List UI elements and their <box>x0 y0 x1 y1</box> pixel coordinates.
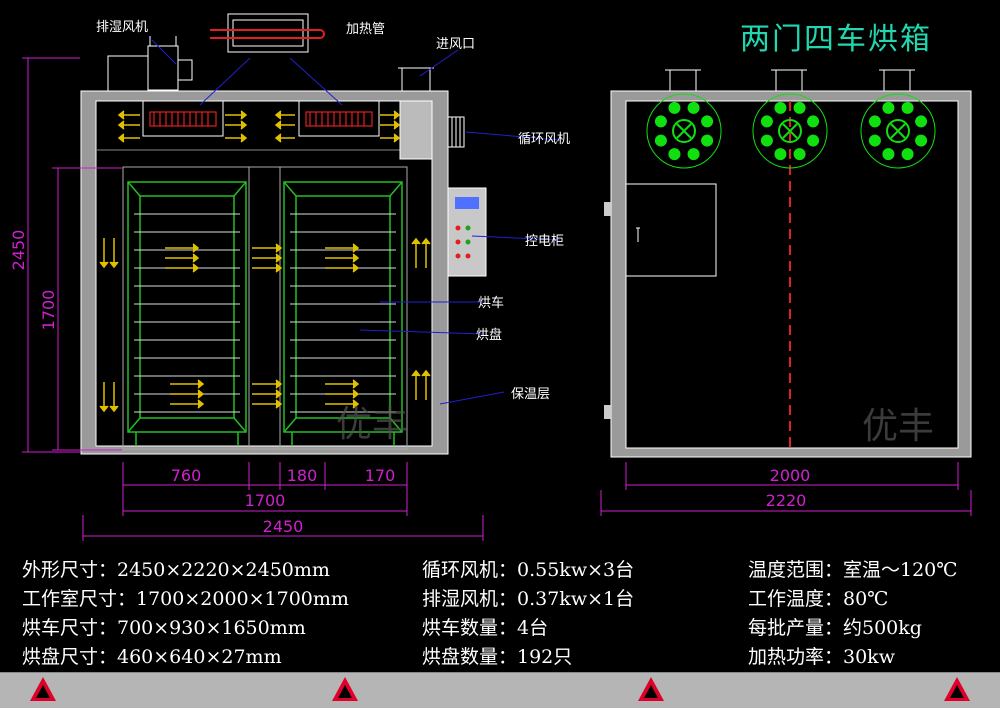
spec-item: 循环风机：0.55kw×3台 <box>422 559 635 581</box>
circulation-fan-housing <box>399 100 433 160</box>
dim-height-total: 2450 <box>9 230 28 271</box>
spec-item: 每批产量：约500kg <box>748 617 922 639</box>
dim-170: 170 <box>365 466 396 485</box>
watermark-side: 优丰 <box>862 406 934 447</box>
warning-triangle-icon[interactable] <box>332 677 358 701</box>
label-control-cabinet: 控电柜 <box>525 234 564 249</box>
dim-height-inner: 1700 <box>39 290 58 331</box>
warning-triangle-icon[interactable] <box>944 677 970 701</box>
spec-item: 工作温度：80℃ <box>748 588 889 610</box>
dim-1700: 1700 <box>245 491 286 510</box>
dehumidifier-fan <box>107 36 193 92</box>
label-air-inlet: 进风口 <box>436 37 475 52</box>
spec-item: 温度范围：室温～120℃ <box>748 559 958 581</box>
side-view: 优丰 2000 2220 <box>600 69 972 516</box>
dim-side-2220: 2220 <box>766 491 807 510</box>
dim-side-2000: 2000 <box>770 466 811 485</box>
spec-item: 工作室尺寸：1700×2000×1700mm <box>22 588 349 610</box>
label-heater: 加热管 <box>346 22 385 37</box>
spec-col-3: 温度范围：室温～120℃ 工作温度：80℃ 每批产量：约500kg 加热功率：3… <box>748 556 958 672</box>
watermark-front: 优丰 <box>336 404 408 445</box>
label-tray: 烘盘 <box>476 327 502 343</box>
spec-table: 外形尺寸：2450×2220×2450mm 工作室尺寸：1700×2000×17… <box>0 556 1000 672</box>
dim-760: 760 <box>171 466 202 485</box>
heater-box <box>210 13 325 53</box>
dim-2450: 2450 <box>263 517 304 536</box>
spec-item: 烘盘尺寸：460×640×27mm <box>22 646 282 668</box>
dim-180: 180 <box>287 466 318 485</box>
warning-triangle-icon[interactable] <box>638 677 664 701</box>
spec-item: 烘车尺寸：700×930×1650mm <box>22 617 306 639</box>
control-cabinet <box>447 187 487 277</box>
label-circ-fan: 循环风机 <box>518 132 570 147</box>
warning-triangle-icon[interactable] <box>30 677 56 701</box>
label-insulation: 保温层 <box>511 387 550 402</box>
spec-col-2: 循环风机：0.55kw×3台 排湿风机：0.37kw×1台 烘车数量：4台 烘盘… <box>422 556 634 672</box>
spec-item: 烘盘数量：192只 <box>422 646 573 668</box>
spec-item: 加热功率：30kw <box>748 646 895 668</box>
front-view: 排湿风机 加热管 进风口 循环风机 控电柜 烘车 烘盘 保温层 优丰 2450 … <box>9 13 570 541</box>
label-dehumid-fan: 排湿风机 <box>96 20 148 35</box>
spec-item: 外形尺寸：2450×2220×2450mm <box>22 559 330 581</box>
bottom-toolbar <box>0 672 1000 708</box>
spec-item: 排湿风机：0.37kw×1台 <box>422 588 635 610</box>
spec-item: 烘车数量：4台 <box>422 617 549 639</box>
spec-col-1: 外形尺寸：2450×2220×2450mm 工作室尺寸：1700×2000×17… <box>22 556 349 672</box>
label-cart: 烘车 <box>478 295 504 311</box>
